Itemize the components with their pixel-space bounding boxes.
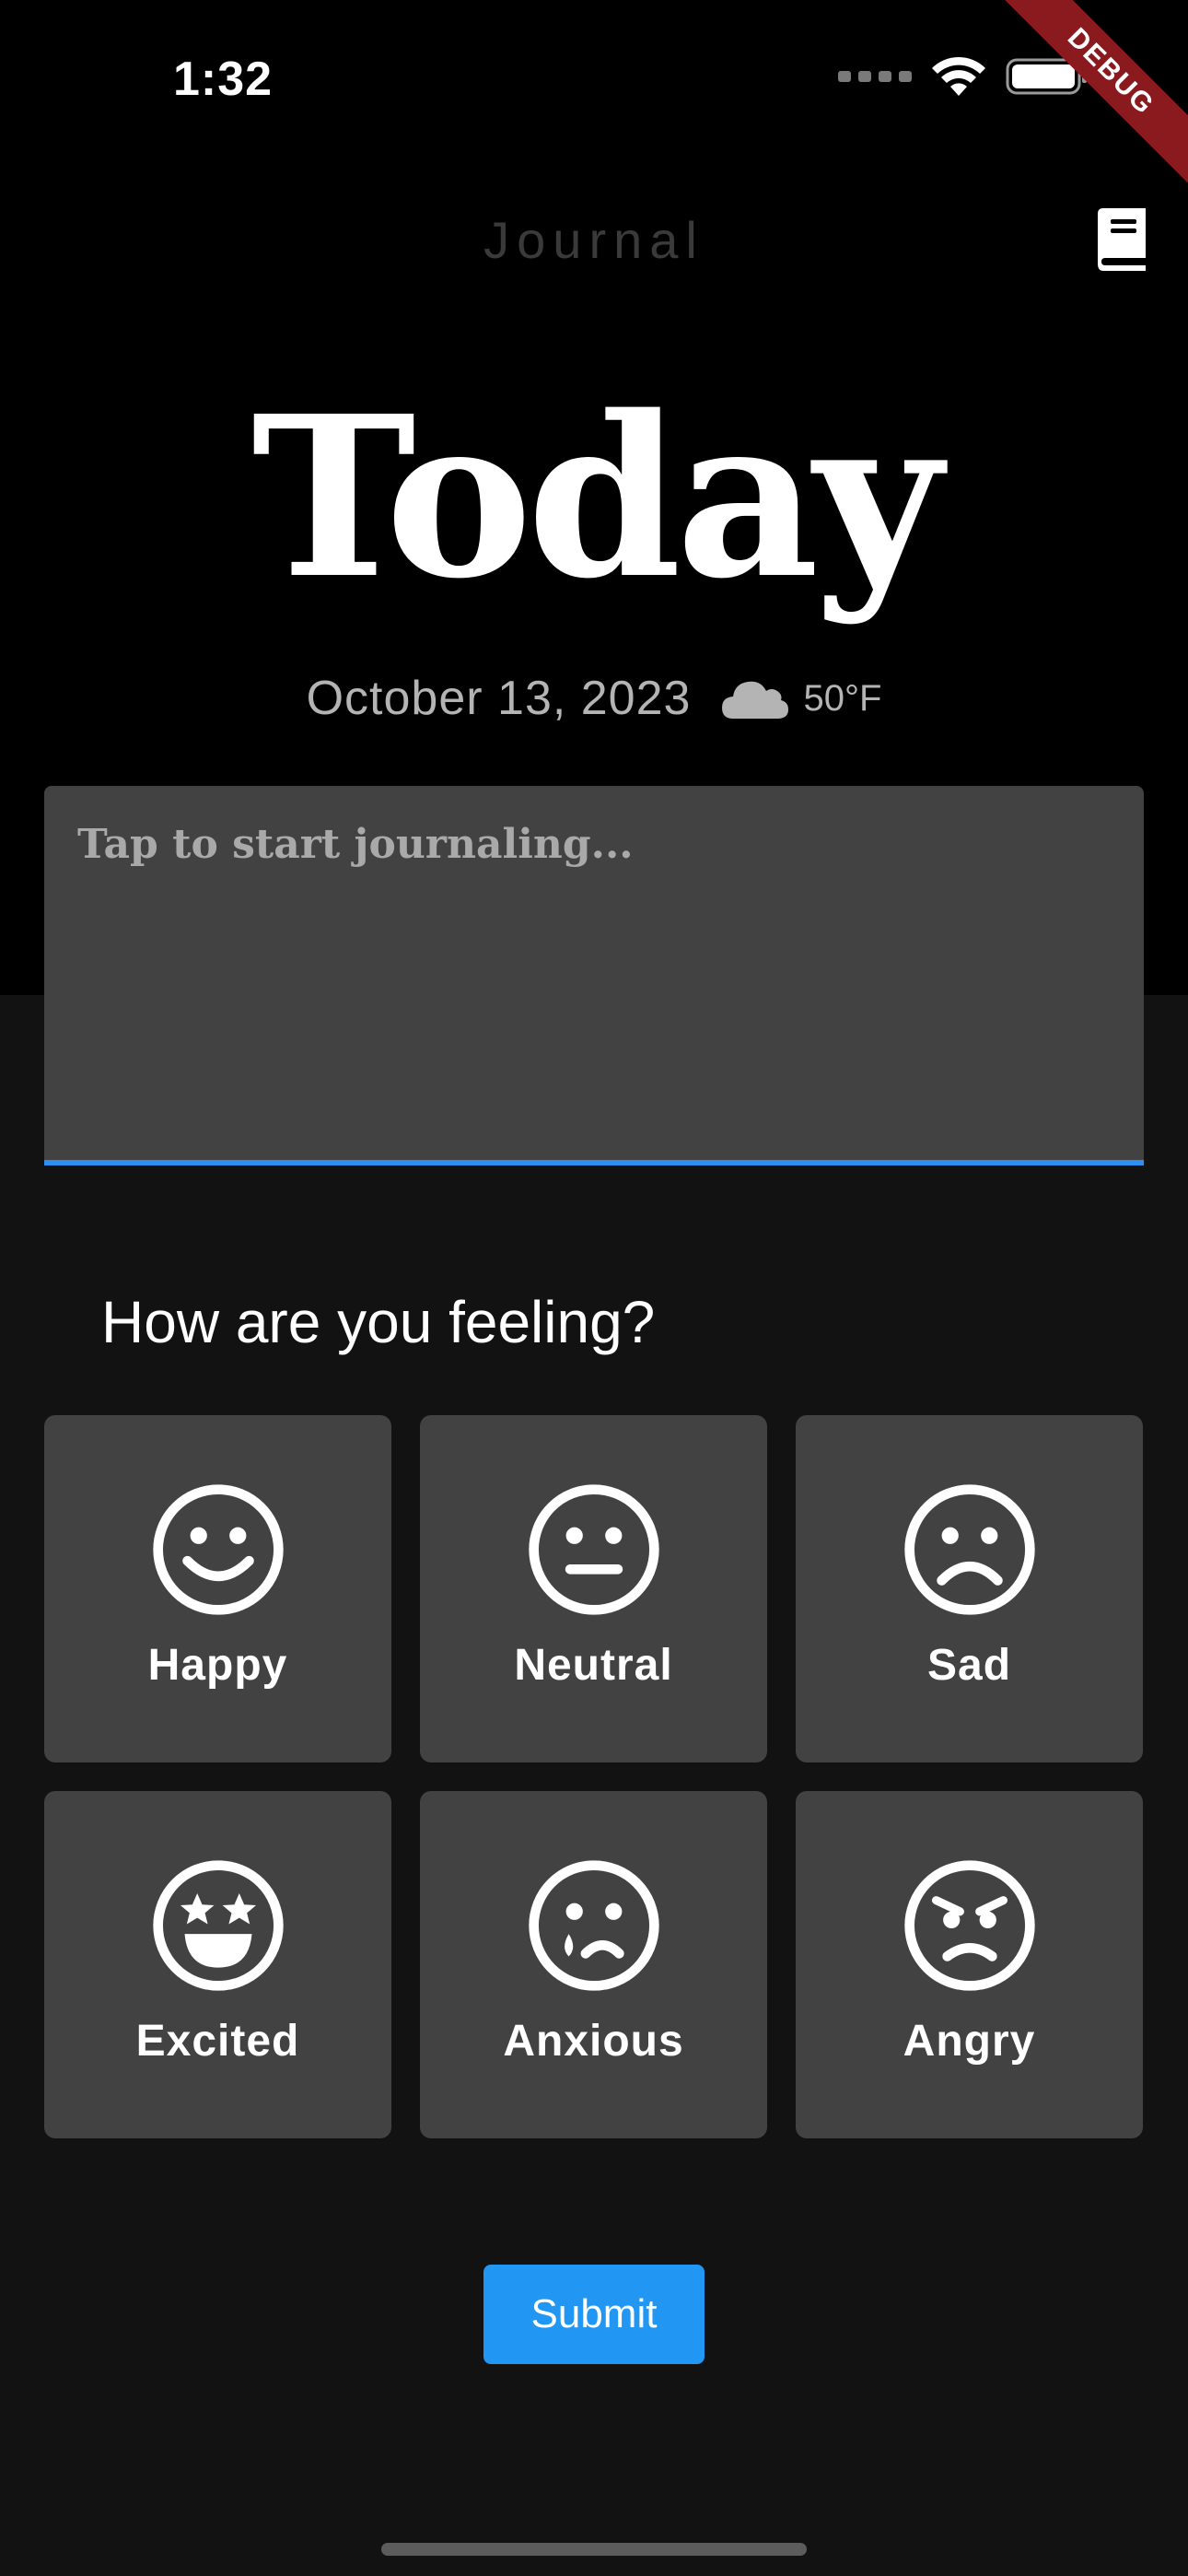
mood-label-sad: Sad	[926, 1641, 1012, 1690]
status-time: 1:32	[173, 53, 274, 106]
mood-label-happy: Happy	[147, 1641, 288, 1690]
page-title: Today	[251, 368, 942, 627]
debug-banner: DEBUG	[1004, 0, 1188, 184]
submit-button[interactable]: Submit	[483, 2265, 705, 2364]
mood-label-excited: Excited	[135, 2017, 300, 2066]
nav-title: Journal	[483, 211, 705, 269]
mood-option-happy[interactable]: Happy	[44, 1415, 391, 1762]
mood-label-anxious: Anxious	[503, 2017, 684, 2066]
angry-face-icon	[903, 1860, 1035, 1991]
mood-option-anxious[interactable]: Anxious	[420, 1791, 767, 2138]
anxious-face-icon	[528, 1860, 659, 1991]
debug-banner-label: DEBUG	[1004, 0, 1188, 184]
mood-option-angry[interactable]: Angry	[796, 1791, 1143, 2138]
mood-question: How are you feeling?	[101, 1289, 656, 1355]
temperature: 50°F	[803, 677, 882, 719]
neutral-face-icon	[528, 1484, 659, 1615]
mood-label-angry: Angry	[903, 2017, 1036, 2066]
date-weather-row: October 13, 2023 50°F	[0, 671, 1188, 726]
sad-face-icon	[903, 1484, 1035, 1615]
mood-option-excited[interactable]: Excited	[44, 1791, 391, 2138]
cloud-icon	[722, 681, 789, 719]
happy-face-icon	[152, 1484, 284, 1615]
wifi-icon	[932, 56, 985, 96]
weather-info: 50°F	[720, 676, 881, 720]
home-indicator	[381, 2543, 807, 2556]
cellular-signal-icon	[838, 71, 912, 82]
current-date: October 13, 2023	[306, 672, 692, 725]
book-icon	[1098, 208, 1146, 271]
mood-option-neutral[interactable]: Neutral	[420, 1415, 767, 1762]
mood-grid: Happy Neutral Sad Excited Anxious Angry	[44, 1415, 1144, 2138]
journal-entries-button[interactable]	[1087, 205, 1157, 275]
journal-textarea[interactable]	[77, 821, 1111, 1125]
mood-label-neutral: Neutral	[514, 1641, 673, 1690]
journal-entry-field[interactable]	[44, 786, 1144, 1165]
mood-option-sad[interactable]: Sad	[796, 1415, 1143, 1762]
star-eyes-face-icon	[152, 1860, 284, 1991]
